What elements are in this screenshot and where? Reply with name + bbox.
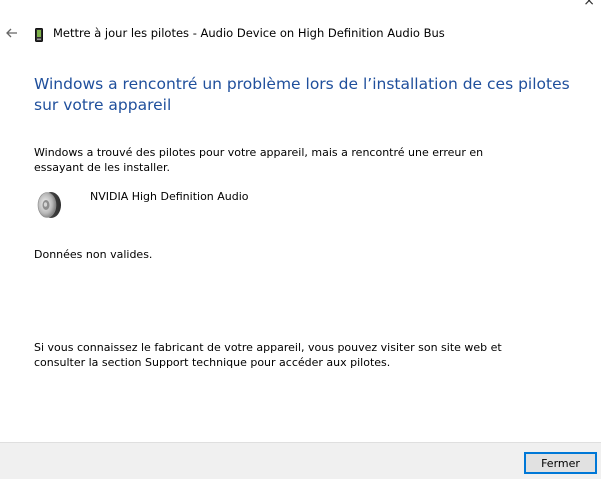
window-close-icon[interactable]: × bbox=[583, 0, 595, 8]
driver-update-dialog: × Mettre à jour les pilotes - Audio Devi… bbox=[0, 0, 601, 479]
dialog-titlebar: Mettre à jour les pilotes - Audio Device… bbox=[0, 24, 601, 44]
device-name: NVIDIA High Definition Audio bbox=[90, 190, 249, 203]
device-entry: NVIDIA High Definition Audio bbox=[34, 188, 434, 220]
speaker-icon bbox=[34, 188, 64, 220]
dialog-title: Mettre à jour les pilotes - Audio Device… bbox=[53, 26, 445, 40]
back-arrow-icon[interactable] bbox=[4, 24, 20, 42]
error-heading: Windows a rencontré un problème lors de … bbox=[34, 75, 570, 114]
error-message: Données non valides. bbox=[34, 248, 153, 261]
close-button[interactable]: Fermer bbox=[524, 452, 597, 474]
dialog-footer: Fermer bbox=[0, 442, 601, 479]
support-hint: Si vous connaissez le fabricant de votre… bbox=[34, 341, 502, 369]
error-description: Windows a trouvé des pilotes pour votre … bbox=[34, 146, 484, 174]
device-manager-icon bbox=[35, 27, 43, 42]
